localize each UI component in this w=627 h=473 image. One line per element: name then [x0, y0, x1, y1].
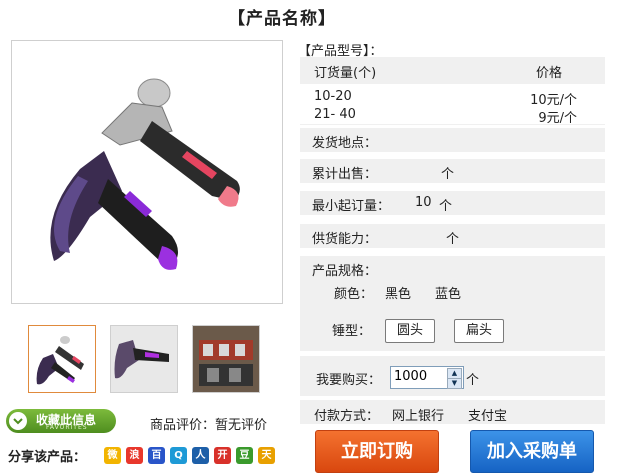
min-order-row: 最小起订量： 10 个	[300, 191, 605, 215]
kaixin-icon[interactable]: 开	[214, 447, 231, 464]
main-product-image[interactable]	[11, 40, 283, 304]
quantity-stepper[interactable]: ▲ ▼	[390, 366, 464, 389]
share-label: 分享该产品：	[8, 450, 87, 465]
thumbnail-3[interactable]	[192, 325, 260, 393]
payment-label: 付款方式：	[314, 409, 380, 424]
payment-method-bank: 网上银行	[392, 409, 445, 424]
price-row-qty: 21- 40	[314, 107, 356, 122]
supply-label: 供货能力：	[312, 232, 378, 247]
total-sold-label: 累计出售：	[312, 167, 378, 182]
total-sold-row: 累计出售： 个	[300, 159, 605, 183]
favorite-icon	[9, 412, 27, 430]
favorite-sublabel: FAVORITES	[46, 424, 88, 431]
ship-from-label: 发货地点：	[312, 136, 378, 151]
renren-icon[interactable]: 人	[192, 447, 209, 464]
price-rows: 10-20 10元/个 21- 40 9元/个	[300, 84, 605, 126]
baidu-icon[interactable]: 百	[148, 447, 165, 464]
thumbnail-2[interactable]	[110, 325, 178, 393]
price-table: 订货量(个) 价格 10-20 10元/个 21- 40 9元/个	[300, 57, 605, 126]
buy-qty-label: 我要购买：	[316, 373, 382, 388]
page-title: 【产品名称】	[228, 9, 336, 29]
order-qty-header: 订货量(个)	[314, 66, 377, 81]
quantity-input[interactable]	[391, 367, 449, 386]
hammer-flat-button[interactable]: 扁头	[454, 319, 504, 343]
qzone-icon[interactable]: Q	[170, 447, 187, 464]
spec-panel: 产品规格： 颜色： 黑色 蓝色 锤型： 圆头 扁头	[300, 256, 605, 351]
decrement-icon[interactable]: ▼	[447, 378, 462, 389]
tianya-icon[interactable]: 天	[258, 447, 275, 464]
color-option-black[interactable]: 黑色	[385, 283, 411, 302]
color-option-blue[interactable]: 蓝色	[435, 283, 461, 302]
add-to-cart-button[interactable]: 加入采购单	[470, 430, 594, 473]
total-sold-unit: 个	[441, 167, 455, 182]
rating-text: 商品评价：暂无评价	[150, 418, 268, 433]
min-order-label: 最小起订量：	[312, 199, 391, 214]
supply-unit: 个	[446, 232, 460, 247]
price-row-price: 10元/个	[530, 93, 577, 108]
weibo-icon[interactable]: 微	[104, 447, 121, 464]
favorite-button[interactable]: 收藏此信息 FAVORITES	[6, 409, 116, 433]
payment-row: 付款方式： 网上银行 支付宝	[300, 400, 605, 424]
min-order-value: 10	[415, 195, 432, 210]
supply-row: 供货能力： 个	[300, 224, 605, 248]
hammer-type-label: 锤型：	[332, 324, 372, 339]
buy-qty-unit: 个	[466, 373, 480, 388]
color-label: 颜色：	[334, 287, 374, 302]
thumbnail-1[interactable]	[28, 325, 96, 393]
buy-now-button[interactable]: 立即订购	[315, 430, 439, 473]
price-row-price: 9元/个	[538, 111, 577, 126]
ship-from-row: 发货地点：	[300, 128, 605, 152]
min-order-unit: 个	[439, 199, 453, 214]
price-header: 价格	[536, 66, 563, 81]
payment-method-alipay: 支付宝	[468, 409, 508, 424]
hammer-round-button[interactable]: 圆头	[385, 319, 435, 343]
douban-icon[interactable]: 豆	[236, 447, 253, 464]
spec-label: 产品规格：	[312, 264, 378, 279]
price-row-qty: 10-20	[314, 89, 352, 104]
sina-icon[interactable]: 浪	[126, 447, 143, 464]
hammer-axe-illustration	[50, 78, 240, 270]
